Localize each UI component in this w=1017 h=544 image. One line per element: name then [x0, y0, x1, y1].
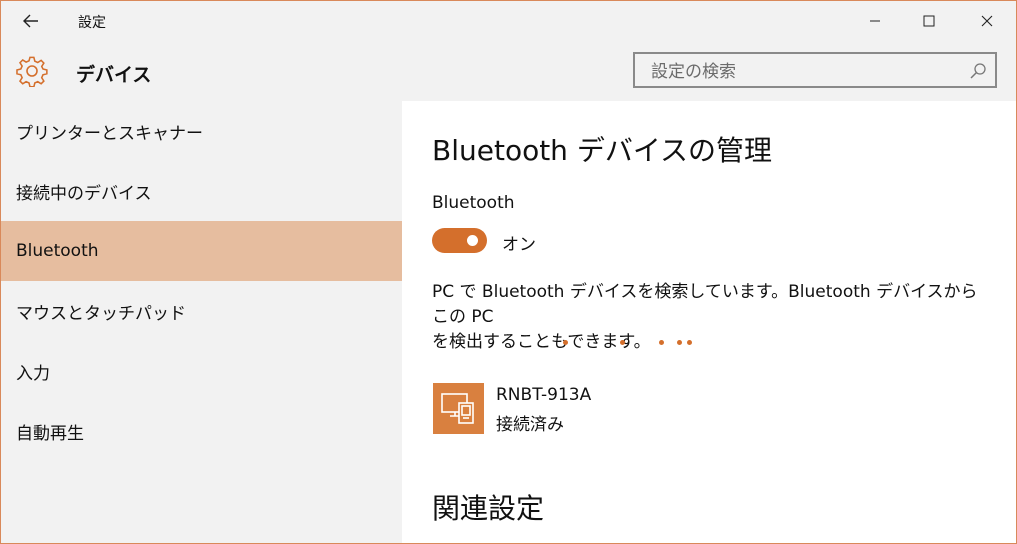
minimize-button[interactable]: [852, 1, 898, 41]
sidebar-item-label: Bluetooth: [16, 241, 99, 261]
progress-dot: [563, 340, 568, 345]
sidebar-item-label: 接続中のデバイス: [16, 183, 152, 204]
related-settings-heading: 関連設定: [432, 492, 545, 525]
sidebar-item-autoplay[interactable]: 自動再生: [1, 401, 402, 461]
toggle-knob: [467, 235, 478, 246]
sidebar-item-label: 自動再生: [16, 423, 84, 444]
toggle-state-label: オン: [502, 235, 536, 255]
sidebar-item-label: プリンターとスキャナー: [16, 123, 203, 144]
device-pc-phone-icon: [433, 383, 484, 434]
sidebar-item-typing[interactable]: 入力: [1, 341, 402, 401]
page-title: デバイス: [76, 64, 152, 86]
minimize-icon: [870, 20, 880, 22]
close-icon: [981, 15, 993, 27]
settings-window: 設定 デバイス プリンターとスキャナー: [0, 0, 1017, 544]
page-header: デバイス: [1, 41, 1016, 101]
maximize-button[interactable]: [906, 1, 952, 41]
section-heading: Bluetooth デバイスの管理: [432, 134, 772, 167]
progress-dot: [620, 340, 625, 345]
device-status: 接続済み: [496, 415, 564, 435]
maximize-icon: [923, 15, 935, 27]
sidebar-item-connected-devices[interactable]: 接続中のデバイス: [1, 161, 402, 221]
description-line-1: PC で Bluetooth デバイスを検索しています。Bluetooth デバ…: [432, 282, 978, 327]
progress-dot: [687, 340, 692, 345]
description-line-2: を検出することもできます。: [432, 332, 651, 352]
back-arrow-icon: [23, 14, 38, 28]
description: PC で Bluetooth デバイスを検索しています。Bluetooth デバ…: [432, 280, 992, 355]
back-button[interactable]: [1, 1, 61, 41]
title-bar: 設定: [1, 1, 1016, 41]
search-input[interactable]: [649, 60, 963, 84]
bluetooth-label: Bluetooth: [432, 193, 515, 213]
sidebar: プリンターとスキャナー 接続中のデバイス Bluetooth マウスとタッチパッ…: [1, 101, 402, 543]
search-icon[interactable]: [969, 62, 987, 80]
progress-dot: [659, 340, 664, 345]
sidebar-item-mouse-touchpad[interactable]: マウスとタッチパッド: [1, 281, 402, 341]
device-item[interactable]: RNBT-913A 接続済み: [432, 382, 832, 436]
sidebar-item-label: 入力: [16, 363, 50, 384]
bluetooth-toggle[interactable]: [432, 228, 487, 253]
close-button[interactable]: [964, 1, 1010, 41]
sidebar-item-printers-scanners[interactable]: プリンターとスキャナー: [1, 101, 402, 161]
progress-dot: [677, 340, 682, 345]
search-box: [633, 52, 997, 88]
sidebar-item-label: マウスとタッチパッド: [16, 303, 186, 324]
window-title: 設定: [78, 15, 106, 31]
device-name: RNBT-913A: [496, 385, 592, 405]
gear-icon: [16, 56, 48, 87]
main-content: Bluetooth デバイスの管理 Bluetooth オン PC で Blue…: [402, 101, 1016, 543]
sidebar-item-bluetooth[interactable]: Bluetooth: [1, 221, 402, 281]
